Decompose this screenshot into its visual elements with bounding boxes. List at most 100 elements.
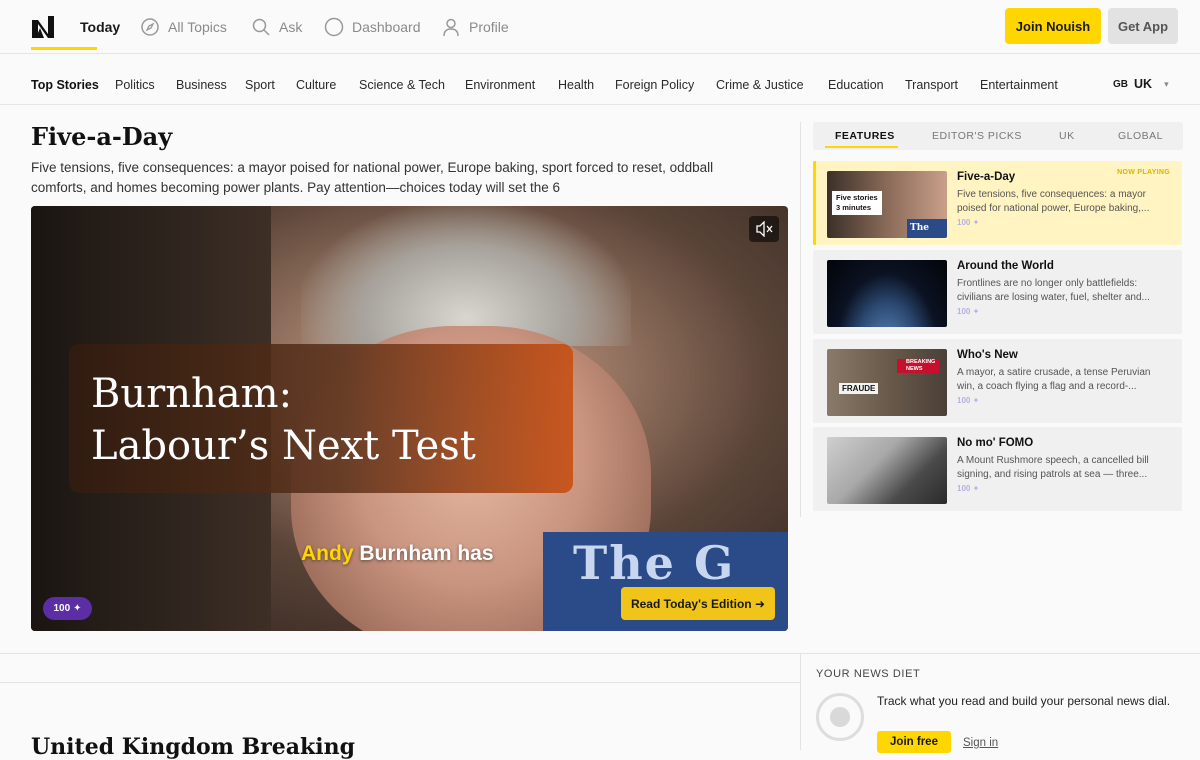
thumb-label: Five stories xyxy=(836,193,878,202)
compass-icon xyxy=(141,18,159,36)
page-description: Five tensions, five consequences: a mayo… xyxy=(31,160,714,195)
category-foreign-policy[interactable]: Foreign Policy xyxy=(615,78,694,92)
nav-dashboard[interactable]: Dashboard xyxy=(324,16,421,38)
news-diet-text: Track what you read and build your perso… xyxy=(877,694,1171,708)
news-diet-label: YOUR NEWS DIET xyxy=(816,668,921,680)
chevron-down-icon: ▾ xyxy=(1164,78,1169,89)
card-score-value: 100 xyxy=(957,396,971,405)
feature-card-whos-new[interactable]: FRAUDE BREAKING NEWS Who's New A mayor, … xyxy=(813,339,1182,423)
category-health[interactable]: Health xyxy=(558,78,594,92)
nav-ask-label: Ask xyxy=(279,19,303,35)
score-value: 100 xyxy=(53,603,71,614)
gb-flag-icon: GB xyxy=(1113,78,1128,90)
section-divider xyxy=(0,653,800,654)
card-thumbnail: FRAUDE BREAKING NEWS xyxy=(827,349,947,416)
thumb-sign: FRAUDE xyxy=(839,383,879,394)
speaker-muted-icon xyxy=(756,221,773,237)
card-score-value: 100 xyxy=(957,307,971,316)
user-icon xyxy=(443,18,459,37)
active-tab-indicator xyxy=(825,146,898,148)
region-label: UK xyxy=(1134,77,1153,91)
category-business[interactable]: Business xyxy=(176,78,227,92)
news-dial-icon xyxy=(816,693,864,741)
region-selector[interactable]: GB UK ▾ xyxy=(1113,77,1169,91)
join-button[interactable]: Join Nouish xyxy=(1005,8,1101,44)
card-thumbnail: Five stories 3 minutes The Guard xyxy=(827,171,947,238)
tab-global[interactable]: GLOBAL xyxy=(1118,130,1163,142)
active-category-indicator xyxy=(31,47,97,50)
tab-features[interactable]: FEATURES xyxy=(835,130,895,142)
tab-editors-picks[interactable]: EDITOR'S PICKS xyxy=(932,130,1022,142)
column-divider xyxy=(800,653,801,750)
card-score: 100 ✦ xyxy=(957,307,979,316)
top-bar: Today All Topics Ask Dashboard Profile J… xyxy=(0,0,1200,54)
category-top-stories[interactable]: Top Stories xyxy=(31,78,99,92)
search-icon xyxy=(252,18,270,36)
card-score-value: 100 xyxy=(957,218,971,227)
section-divider xyxy=(0,682,800,683)
now-playing-badge: NOW PLAYING xyxy=(1117,169,1170,176)
sparkle-icon: ✦ xyxy=(972,218,980,227)
card-score: 100 ✦ xyxy=(957,396,979,405)
caption-highlight: Andy xyxy=(301,542,354,565)
nav-all-topics-label: All Topics xyxy=(168,19,227,35)
thumb-brand: The Guard xyxy=(907,219,947,238)
nav-profile[interactable]: Profile xyxy=(441,16,509,38)
nav-profile-label: Profile xyxy=(469,19,509,35)
card-description: Frontlines are no longer only battlefiel… xyxy=(957,278,1150,303)
card-score: 100 ✦ xyxy=(957,484,979,493)
video-figure-hair xyxy=(301,206,631,346)
category-crime-justice[interactable]: Crime & Justice xyxy=(716,78,804,92)
video-player[interactable]: The G Burnham: Labour’s Next Test Andy B… xyxy=(31,206,788,631)
column-divider xyxy=(800,122,801,517)
nav-today-label: Today xyxy=(80,19,121,35)
video-caption: Andy Burnham has xyxy=(301,542,494,566)
nouish-logo[interactable] xyxy=(30,14,58,40)
section-divider xyxy=(800,653,1200,654)
sparkle-icon: ✦ xyxy=(972,307,980,316)
sparkle-icon: ✦ xyxy=(73,603,82,614)
mute-button[interactable] xyxy=(749,216,779,242)
card-title: Who's New xyxy=(957,349,1018,361)
feature-card-no-mo-fomo[interactable]: No mo' FOMO A Mount Rushmore speech, a c… xyxy=(813,427,1182,511)
nav-today[interactable]: Today xyxy=(80,16,120,38)
score-badge: 100 ✦ xyxy=(43,597,92,620)
nav-ask[interactable]: Ask xyxy=(251,16,302,38)
category-sport[interactable]: Sport xyxy=(245,78,275,92)
category-politics[interactable]: Politics xyxy=(115,78,155,92)
card-thumbnail xyxy=(827,260,947,327)
category-education[interactable]: Education xyxy=(828,78,884,92)
card-thumbnail xyxy=(827,437,947,504)
sparkle-icon: ✦ xyxy=(972,396,980,405)
category-culture[interactable]: Culture xyxy=(296,78,336,92)
circle-icon xyxy=(324,17,344,37)
tab-uk[interactable]: UK xyxy=(1059,130,1075,142)
feature-card-five-a-day[interactable]: Five stories 3 minutes The Guard Five-a-… xyxy=(813,161,1182,245)
card-score: 100 ✦ xyxy=(957,218,979,227)
thumb-news: BREAKING NEWS xyxy=(897,359,939,373)
card-description: A Mount Rushmore speech, a cancelled bil… xyxy=(957,455,1149,480)
sign-in-link[interactable]: Sign in xyxy=(963,737,998,749)
category-entertainment[interactable]: Entertainment xyxy=(980,78,1058,92)
category-transport[interactable]: Transport xyxy=(905,78,958,92)
video-headline: Burnham: Labour’s Next Test xyxy=(91,371,476,469)
card-title: No mo' FOMO xyxy=(957,437,1034,449)
category-bar: Top Stories Politics Business Sport Cult… xyxy=(0,55,1200,105)
card-description: A mayor, a satire crusade, a tense Peruv… xyxy=(957,367,1151,392)
category-environment[interactable]: Environment xyxy=(465,78,535,92)
read-edition-button[interactable]: Read Today's Edition ➜ xyxy=(621,587,775,620)
thumb-label-box: Five stories 3 minutes xyxy=(832,191,882,215)
page-title: Five-a-Day xyxy=(31,122,173,151)
card-title: Five-a-Day xyxy=(957,171,1016,183)
nav-all-topics[interactable]: All Topics xyxy=(140,16,227,38)
get-app-button[interactable]: Get App xyxy=(1108,8,1178,44)
section-title: United Kingdom Breaking xyxy=(31,734,356,760)
card-title: Around the World xyxy=(957,260,1054,272)
caption-text: Burnham has xyxy=(353,542,494,565)
card-score-value: 100 xyxy=(957,484,971,493)
video-newspaper-text: The G xyxy=(573,536,736,590)
thumb-label-2: 3 minutes xyxy=(836,203,872,212)
nav-dashboard-label: Dashboard xyxy=(352,19,421,35)
feature-card-around-the-world[interactable]: Around the World Frontlines are no longe… xyxy=(813,250,1182,334)
category-science-tech[interactable]: Science & Tech xyxy=(359,78,445,92)
